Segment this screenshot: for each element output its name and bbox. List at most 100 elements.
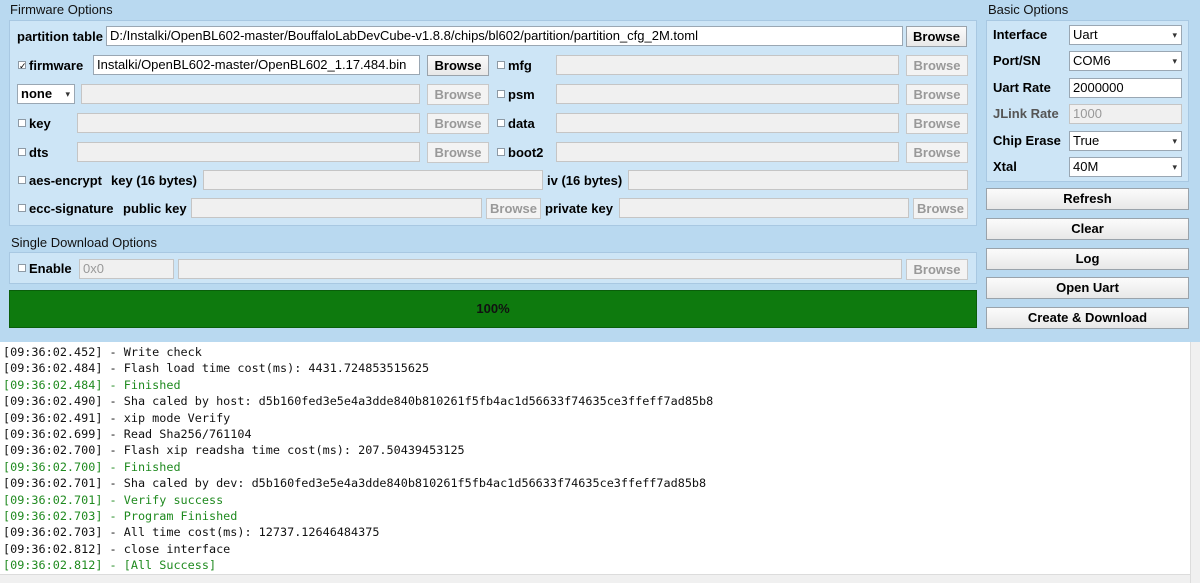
single-download-path-field[interactable] xyxy=(178,259,902,279)
none-path-field[interactable] xyxy=(81,84,420,104)
dts-checkbox[interactable] xyxy=(18,148,26,156)
jlink-rate-label: JLink Rate xyxy=(993,106,1059,121)
log-line: [09:36:02.452] - Write check xyxy=(3,345,202,359)
public-key-browse-button[interactable]: Browse xyxy=(486,198,541,219)
xtal-select[interactable]: 40M ▾ xyxy=(1069,157,1182,177)
private-key-label: private key xyxy=(545,201,613,216)
log-vertical-scrollbar[interactable] xyxy=(1190,342,1200,583)
log-line: [09:36:02.484] - Flash load time cost(ms… xyxy=(3,361,430,376)
create-download-button[interactable]: Create & Download xyxy=(986,307,1189,329)
mfg-browse-button[interactable]: Browse xyxy=(906,55,968,76)
enable-label: Enable xyxy=(29,261,72,276)
dts-label: dts xyxy=(29,145,49,160)
port-sn-label: Port/SN xyxy=(993,53,1041,68)
key-path-field[interactable] xyxy=(77,113,420,133)
enable-checkbox[interactable] xyxy=(18,264,26,272)
chevron-down-icon: ▾ xyxy=(1172,136,1177,146)
private-key-field[interactable] xyxy=(619,198,909,218)
data-checkbox[interactable] xyxy=(497,119,505,127)
firmware-browse-button[interactable]: Browse xyxy=(427,55,489,76)
firmware-path-field[interactable]: Instalki/OpenBL602-master/OpenBL602_1.17… xyxy=(93,55,420,75)
key-checkbox[interactable] xyxy=(18,119,26,127)
aes-encrypt-label: aes-encrypt xyxy=(29,173,102,188)
boot2-label: boot2 xyxy=(508,145,544,160)
aes-encrypt-checkbox[interactable] xyxy=(18,176,26,184)
dts-path-field[interactable] xyxy=(77,142,420,162)
iv-field[interactable] xyxy=(628,170,968,190)
psm-label: psm xyxy=(508,87,535,102)
dts-browse-button[interactable]: Browse xyxy=(427,142,489,163)
log-line: [09:36:02.484] - Finished xyxy=(3,377,181,392)
port-sn-select[interactable]: COM6 ▾ xyxy=(1069,51,1182,71)
partition-table-field[interactable]: D:/Instalki/OpenBL602-master/BouffaloLab… xyxy=(106,26,903,46)
refresh-button[interactable]: Refresh xyxy=(986,188,1189,210)
firmware-checkbox[interactable]: ✓ xyxy=(18,61,27,71)
firmware-label: firmware xyxy=(29,58,84,73)
interface-value: Uart xyxy=(1073,27,1098,42)
ecc-signature-checkbox[interactable] xyxy=(18,204,26,212)
data-browse-button[interactable]: Browse xyxy=(906,113,968,134)
boot2-browse-button[interactable]: Browse xyxy=(906,142,968,163)
chevron-down-icon: ▾ xyxy=(1172,56,1177,66)
mfg-checkbox[interactable] xyxy=(497,61,505,69)
key-browse-button[interactable]: Browse xyxy=(427,113,489,134)
jlink-rate-field[interactable]: 1000 xyxy=(1069,104,1182,124)
log-line: [09:36:02.700] - Flash xip readsha time … xyxy=(3,443,465,458)
log-line: [09:36:02.812] - [All Success] xyxy=(3,558,217,573)
interface-select[interactable]: Uart ▾ xyxy=(1069,25,1182,45)
mfg-path-field[interactable] xyxy=(556,55,899,75)
partition-table-label: partition table xyxy=(17,29,103,44)
log-line: [09:36:02.699] - Read Sha256/761104 xyxy=(3,427,252,442)
private-key-browse-button[interactable]: Browse xyxy=(913,198,968,219)
progress-bar: 100% xyxy=(9,290,977,328)
log-horizontal-scrollbar[interactable] xyxy=(0,574,1190,583)
chevron-down-icon: ▾ xyxy=(65,89,70,99)
none-browse-button[interactable]: Browse xyxy=(427,84,489,105)
single-download-browse-button[interactable]: Browse xyxy=(906,259,968,280)
uart-rate-field[interactable]: 2000000 xyxy=(1069,78,1182,98)
log-line: [09:36:02.703] - All time cost(ms): 1273… xyxy=(3,525,380,540)
none-select[interactable]: none ▾ xyxy=(17,84,75,104)
log-line: [09:36:02.491] - xip mode Verify xyxy=(3,410,231,425)
psm-checkbox[interactable] xyxy=(497,90,505,98)
iv-label: iv (16 bytes) xyxy=(547,173,623,188)
basic-options-title: Basic Options xyxy=(988,2,1069,17)
interface-label: Interface xyxy=(993,27,1048,42)
clear-button[interactable]: Clear xyxy=(986,218,1189,240)
psm-browse-button[interactable]: Browse xyxy=(906,84,968,105)
boot2-path-field[interactable] xyxy=(556,142,899,162)
key-label: key xyxy=(29,116,51,131)
log-line: [09:36:02.812] - close interface xyxy=(3,541,231,556)
aes-key-label: key (16 bytes) xyxy=(111,173,197,188)
log-button[interactable]: Log xyxy=(986,248,1189,270)
log-line: [09:36:02.701] - Sha caled by dev: d5b16… xyxy=(3,476,707,491)
psm-path-field[interactable] xyxy=(556,84,899,104)
data-label: data xyxy=(508,116,535,131)
aes-key-field[interactable] xyxy=(203,170,543,190)
public-key-field[interactable] xyxy=(191,198,482,218)
boot2-checkbox[interactable] xyxy=(497,148,505,156)
ecc-signature-label: ecc-signature xyxy=(29,201,114,216)
log-line: [09:36:02.703] - Program Finished xyxy=(3,509,238,524)
single-download-title: Single Download Options xyxy=(11,235,157,250)
chevron-down-icon: ▾ xyxy=(1172,162,1177,172)
partition-table-browse-button[interactable]: Browse xyxy=(906,26,967,47)
xtal-label: Xtal xyxy=(993,159,1017,174)
data-path-field[interactable] xyxy=(556,113,899,133)
address-field[interactable]: 0x0 xyxy=(79,259,174,279)
open-uart-button[interactable]: Open Uart xyxy=(986,277,1189,299)
log-line: [09:36:02.700] - Finished xyxy=(3,459,181,474)
log-line: [09:36:02.490] - Sha caled by host: d5b1… xyxy=(3,394,714,409)
xtal-value: 40M xyxy=(1073,159,1099,174)
chip-erase-label: Chip Erase xyxy=(993,133,1061,148)
mfg-label: mfg xyxy=(508,58,532,73)
port-sn-value: COM6 xyxy=(1073,53,1111,68)
chip-erase-value: True xyxy=(1073,133,1100,148)
uart-rate-label: Uart Rate xyxy=(993,80,1051,95)
none-select-value: none xyxy=(21,86,53,101)
public-key-label: public key xyxy=(123,201,187,216)
log-output[interactable]: [09:36:02.452] - Write check [09:36:02.48… xyxy=(0,342,1190,574)
firmware-options-title: Firmware Options xyxy=(10,2,113,17)
log-line: [09:36:02.701] - Verify success xyxy=(3,492,224,507)
chip-erase-select[interactable]: True ▾ xyxy=(1069,131,1182,151)
